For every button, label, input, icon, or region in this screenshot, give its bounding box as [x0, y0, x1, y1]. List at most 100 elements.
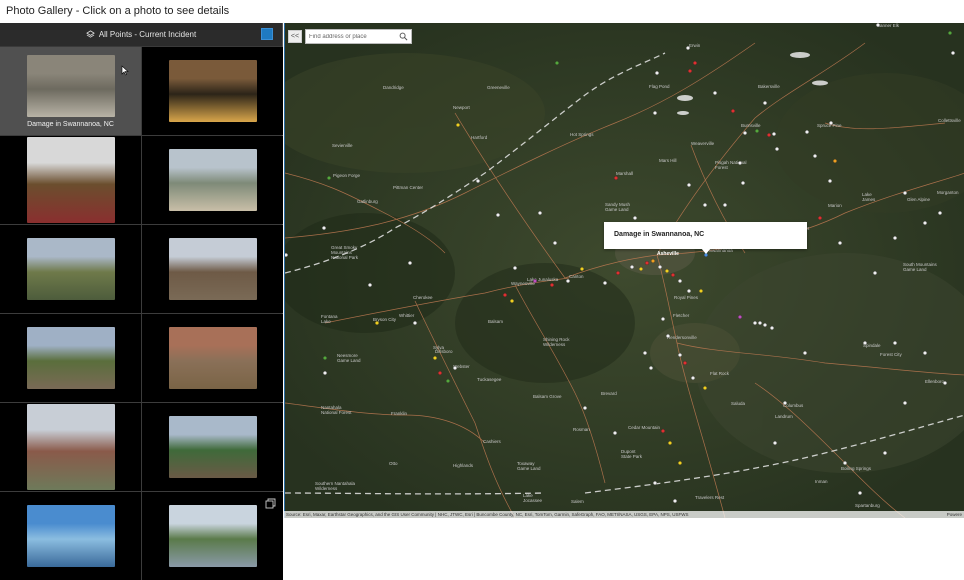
photo-location-marker[interactable] — [923, 221, 927, 225]
photo-location-marker[interactable] — [772, 132, 776, 136]
photo-location-marker[interactable] — [645, 261, 649, 265]
photo-location-marker[interactable] — [775, 147, 779, 151]
photo-location-marker[interactable] — [323, 371, 327, 375]
photo-location-marker[interactable] — [368, 283, 372, 287]
photo-location-marker[interactable] — [643, 351, 647, 355]
gallery-photo-cell[interactable] — [142, 47, 283, 135]
photo-location-marker[interactable] — [322, 226, 326, 230]
photo-thumbnail[interactable] — [26, 404, 115, 490]
photo-location-marker[interactable] — [503, 293, 507, 297]
photo-location-marker[interactable] — [678, 461, 682, 465]
photo-location-marker[interactable] — [903, 401, 907, 405]
photo-thumbnail[interactable] — [26, 327, 115, 389]
photo-location-marker[interactable] — [723, 203, 727, 207]
photo-location-marker[interactable] — [655, 71, 659, 75]
photo-location-marker[interactable] — [510, 299, 514, 303]
photo-location-marker[interactable] — [843, 461, 847, 465]
photo-location-marker[interactable] — [513, 266, 517, 270]
photo-thumbnail[interactable] — [168, 327, 257, 389]
photo-location-marker[interactable] — [658, 265, 662, 269]
photo-location-marker[interactable] — [438, 371, 442, 375]
gallery-photo-cell[interactable]: Damage in Swannanoa, NC — [0, 47, 141, 135]
photo-location-marker[interactable] — [496, 213, 500, 217]
gallery-photo-cell[interactable] — [0, 136, 141, 224]
photo-location-marker[interactable] — [943, 381, 947, 385]
photo-thumbnail[interactable] — [168, 238, 257, 300]
photo-location-marker[interactable] — [639, 267, 643, 271]
photo-thumbnail[interactable] — [26, 505, 115, 567]
photo-thumbnail[interactable] — [26, 54, 115, 117]
photo-location-marker[interactable] — [476, 179, 480, 183]
photo-location-marker[interactable] — [456, 123, 460, 127]
gallery-photo-cell[interactable] — [0, 492, 141, 580]
gallery-photo-cell[interactable] — [142, 136, 283, 224]
map-popup[interactable]: Damage in Swannanoa, NC — [604, 222, 807, 249]
photo-location-marker[interactable] — [703, 386, 707, 390]
photo-location-marker[interactable] — [630, 265, 634, 269]
photo-location-marker[interactable] — [673, 499, 677, 503]
photo-location-marker[interactable] — [453, 366, 457, 370]
photo-location-marker[interactable] — [703, 203, 707, 207]
photo-location-marker[interactable] — [661, 429, 665, 433]
photo-location-marker[interactable] — [743, 131, 747, 135]
photo-location-marker[interactable] — [671, 273, 675, 277]
photo-location-marker[interactable] — [583, 406, 587, 410]
photo-location-marker[interactable] — [649, 366, 653, 370]
photo-location-marker[interactable] — [668, 441, 672, 445]
photo-location-marker[interactable] — [661, 317, 665, 321]
photo-location-marker[interactable] — [699, 289, 703, 293]
photo-location-marker[interactable] — [683, 361, 687, 365]
photo-location-marker[interactable] — [738, 315, 742, 319]
gallery-photo-cell[interactable] — [142, 314, 283, 402]
photo-thumbnail[interactable] — [168, 149, 257, 211]
photo-location-marker[interactable] — [731, 109, 735, 113]
photo-location-marker[interactable] — [805, 130, 809, 134]
photo-location-marker[interactable] — [687, 289, 691, 293]
photo-location-marker[interactable] — [829, 121, 833, 125]
photo-location-marker[interactable] — [763, 323, 767, 327]
photo-location-marker[interactable] — [653, 111, 657, 115]
photo-location-marker[interactable] — [767, 133, 771, 137]
search-box[interactable] — [305, 29, 412, 44]
photo-location-marker[interactable] — [678, 353, 682, 357]
photo-location-marker[interactable] — [566, 279, 570, 283]
satellite-basemap[interactable]: AshevilleSwannanoaSandy Mush Game LandPis… — [285, 23, 964, 518]
view-toggle-button[interactable] — [261, 28, 273, 40]
photo-location-marker[interactable] — [773, 441, 777, 445]
powered-by-link[interactable]: Powere — [947, 511, 962, 518]
photo-location-marker[interactable] — [876, 23, 880, 27]
photo-location-marker[interactable] — [533, 279, 537, 283]
gallery-photo-cell[interactable] — [0, 314, 141, 402]
photo-location-marker[interactable] — [614, 176, 618, 180]
photo-location-marker[interactable] — [446, 379, 450, 383]
photo-location-marker[interactable] — [803, 351, 807, 355]
photo-location-marker[interactable] — [678, 279, 682, 283]
photo-location-marker[interactable] — [651, 259, 655, 263]
photo-location-marker[interactable] — [633, 216, 637, 220]
photo-location-marker[interactable] — [813, 154, 817, 158]
photo-location-marker[interactable] — [858, 491, 862, 495]
photo-location-marker[interactable] — [903, 191, 907, 195]
photo-location-marker[interactable] — [951, 51, 955, 55]
photo-location-marker[interactable] — [323, 356, 327, 360]
map-view[interactable]: Asheville Swannanoa Sandy Mush Game Land Pis… — [284, 23, 964, 518]
photo-location-marker[interactable] — [413, 321, 417, 325]
photo-location-marker[interactable] — [741, 181, 745, 185]
photo-location-marker[interactable] — [693, 61, 697, 65]
collapse-panel-button[interactable]: << — [288, 30, 302, 43]
photo-location-marker[interactable] — [555, 61, 559, 65]
expand-icon[interactable] — [265, 498, 276, 509]
photo-thumbnail[interactable] — [26, 238, 115, 300]
photo-thumbnail[interactable] — [168, 416, 257, 478]
photo-thumbnail[interactable] — [26, 137, 115, 223]
photo-location-marker[interactable] — [783, 401, 787, 405]
photo-location-marker[interactable] — [653, 481, 657, 485]
photo-location-marker[interactable] — [580, 267, 584, 271]
gallery-photo-cell[interactable] — [0, 403, 141, 491]
photo-location-marker[interactable] — [285, 253, 288, 257]
photo-location-marker[interactable] — [538, 211, 542, 215]
photo-location-marker[interactable] — [433, 356, 437, 360]
photo-location-marker[interactable] — [948, 31, 952, 35]
photo-location-marker[interactable] — [713, 91, 717, 95]
photo-location-marker[interactable] — [738, 161, 742, 165]
